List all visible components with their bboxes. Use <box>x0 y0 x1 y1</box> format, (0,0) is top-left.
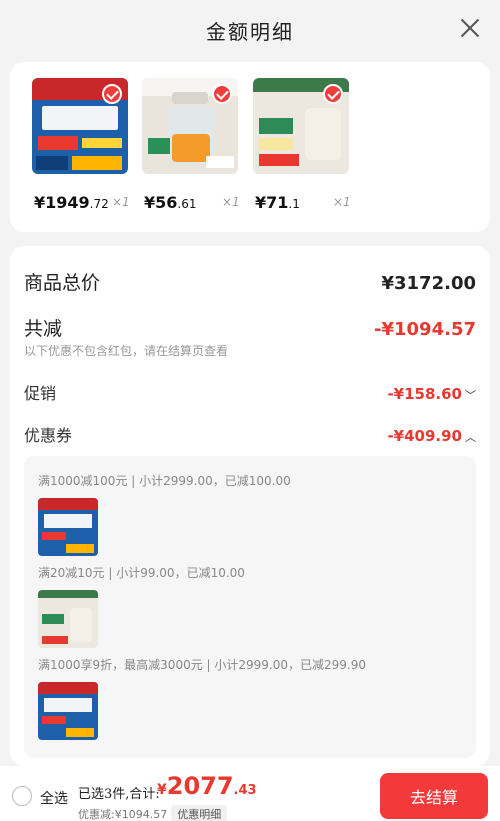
selected-check-icon[interactable] <box>323 84 343 104</box>
discount-summary: 优惠减:¥1094.57 优惠明细 <box>78 805 228 821</box>
product-image <box>142 78 238 174</box>
total-price-label: 商品总价 <box>24 272 101 294</box>
product-item[interactable] <box>142 78 238 174</box>
total-price-value: ¥3172.00 <box>381 273 476 294</box>
coupon-value: -¥409.90 <box>387 427 462 445</box>
coupon-rule: 满1000减100元 | 小计2999.00，已减100.00 <box>38 474 291 488</box>
product-quantity: ×1 <box>112 195 130 209</box>
coupon-row[interactable]: 优惠券 -¥409.90 ︿ <box>24 422 476 446</box>
total-amount: ¥2077.43 <box>157 772 257 800</box>
coupon-product-image <box>38 590 98 648</box>
products-card: ¥1949.72 ×1 ¥56.61 ×1 ¥71.1 ×1 <box>10 62 490 232</box>
coupon-product-image <box>38 682 98 740</box>
checkout-button[interactable]: 去结算 <box>380 773 488 819</box>
chevron-up-icon[interactable]: ︿ <box>465 431 476 444</box>
close-icon[interactable] <box>458 16 482 40</box>
discount-label: 共减 <box>24 318 63 340</box>
discount-detail-tag[interactable]: 优惠明细 <box>171 805 228 821</box>
promo-row[interactable]: 促销 -¥158.60 ﹀ <box>24 380 476 404</box>
selected-check-icon[interactable] <box>102 84 122 104</box>
product-quantity: ×1 <box>333 195 351 209</box>
chevron-down-icon[interactable]: ﹀ <box>465 389 476 402</box>
product-image <box>253 78 349 174</box>
product-price: ¥56.61 <box>144 193 197 212</box>
product-item[interactable] <box>253 78 349 174</box>
coupon-rule: 满1000享9折，最高减3000元 | 小计2999.00，已减299.90 <box>38 658 366 672</box>
checkout-bar: 全选 已选3件,合计: ¥2077.43 优惠减:¥1094.57 优惠明细 去结… <box>0 766 500 821</box>
header: 金额明细 <box>0 0 500 60</box>
discount-note: 以下优惠不包含红包，请在结算页查看 <box>24 344 229 358</box>
coupon-detail-box: 满1000减100元 | 小计2999.00，已减100.00 满20减10元 … <box>24 456 476 758</box>
coupon-rule: 满20减10元 | 小计99.00，已减10.00 <box>38 566 245 580</box>
coupon-product-image <box>38 498 98 556</box>
selected-check-icon[interactable] <box>212 84 232 104</box>
product-item[interactable] <box>32 78 128 174</box>
price-detail-card: 商品总价 ¥3172.00 共减 -¥1094.57 以下优惠不包含红包，请在结… <box>10 246 490 766</box>
select-all-label[interactable]: 全选 <box>40 788 68 808</box>
promo-value: -¥158.60 <box>387 385 462 403</box>
coupon-label: 优惠券 <box>24 426 73 445</box>
page-title: 金额明细 <box>206 19 294 44</box>
product-price: ¥71.1 <box>255 193 300 212</box>
product-quantity: ×1 <box>222 195 240 209</box>
discount-row: 共减 -¥1094.57 <box>24 314 476 341</box>
select-all-radio[interactable] <box>12 786 32 806</box>
total-price-row: 商品总价 ¥3172.00 <box>24 268 476 295</box>
selected-count-text: 已选3件,合计: <box>78 787 160 802</box>
product-image <box>32 78 128 174</box>
discount-value: -¥1094.57 <box>374 319 476 340</box>
promo-label: 促销 <box>24 384 57 403</box>
product-price: ¥1949.72 <box>34 193 109 212</box>
